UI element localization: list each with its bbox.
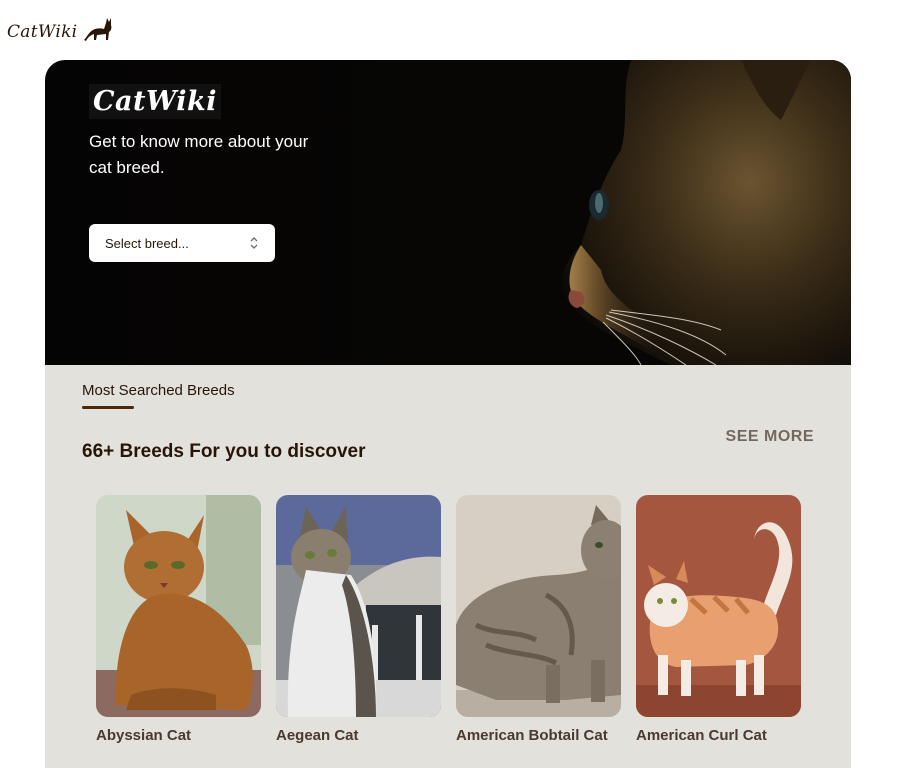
- breed-name: Aegean Cat: [276, 727, 359, 744]
- section-label: Most Searched Breeds: [82, 382, 235, 399]
- breed-image-abyssian: [96, 495, 261, 717]
- hero-banner: CatWiki Get to know more about your cat …: [45, 60, 851, 365]
- section-underline: [82, 406, 134, 409]
- section-heading: 66+ Breeds For you to discover: [82, 441, 366, 462]
- breed-name: Abyssian Cat: [96, 727, 192, 744]
- most-searched-section: Most Searched Breeds 66+ Breeds For you …: [45, 365, 851, 768]
- breed-cards: Abyssian Cat Aegean Cat American Bobtail…: [96, 495, 801, 744]
- hero-tagline: Get to know more about your cat breed.: [89, 132, 309, 177]
- cat-silhouette-icon: [84, 18, 112, 41]
- logo-text: CatWiki: [7, 22, 78, 42]
- breed-card[interactable]: Aegean Cat: [276, 495, 441, 744]
- breed-card[interactable]: American Bobtail Cat: [456, 495, 621, 744]
- breed-image-american-curl: [636, 495, 801, 717]
- breed-name: American Curl Cat: [636, 727, 767, 744]
- hero-brand-logo: CatWiki: [89, 84, 222, 119]
- hero-cat-image: [511, 60, 851, 365]
- top-logo[interactable]: CatWiki: [7, 12, 113, 42]
- breed-image-american-bobtail: [456, 495, 621, 717]
- breed-card[interactable]: American Curl Cat: [636, 495, 801, 744]
- breed-name: American Bobtail Cat: [456, 727, 608, 744]
- see-more-link[interactable]: SEE MORE: [726, 428, 814, 446]
- breed-select[interactable]: Select breed...: [89, 224, 275, 262]
- chevron-up-down-icon: [250, 237, 258, 249]
- hero-brand-text: CatWiki: [93, 86, 218, 117]
- breed-select-placeholder: Select breed...: [105, 235, 189, 251]
- breed-card[interactable]: Abyssian Cat: [96, 495, 261, 744]
- breed-image-aegean: [276, 495, 441, 717]
